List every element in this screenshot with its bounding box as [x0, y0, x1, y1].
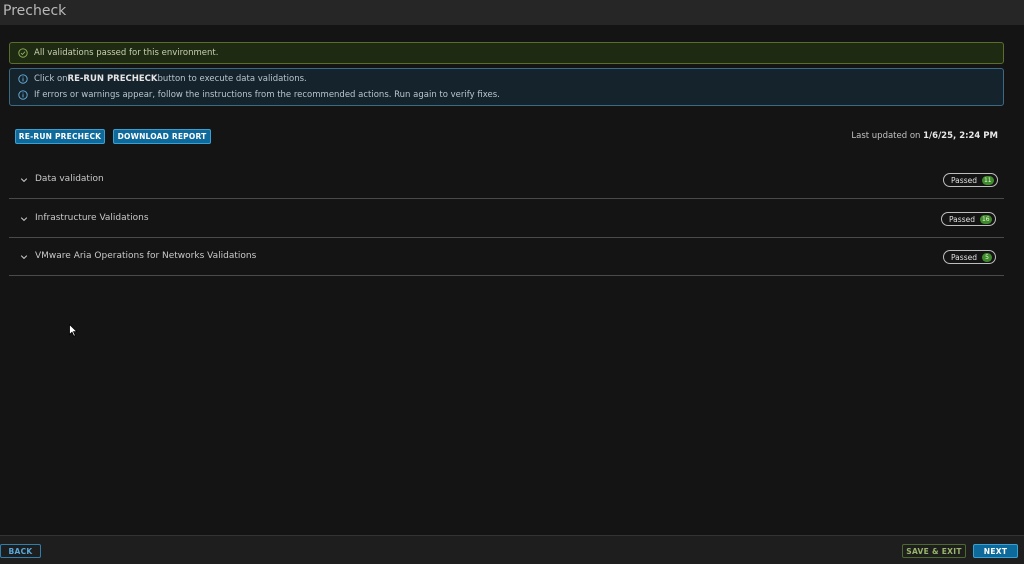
- info-text-suffix: button to execute data validations.: [157, 74, 307, 84]
- status-badge: Passed 11: [943, 173, 998, 187]
- download-report-button[interactable]: DOWNLOAD REPORT: [113, 129, 211, 144]
- status-count: 16: [979, 214, 992, 224]
- info-banner: Click on RE-RUN PRECHECK button to execu…: [9, 68, 1004, 106]
- status-badge: Passed 16: [941, 212, 996, 226]
- chevron-down-icon[interactable]: [20, 176, 28, 184]
- status-badge: Passed 5: [943, 250, 996, 264]
- section-title: Infrastructure Validations: [35, 213, 149, 223]
- footer-bar: BACK SAVE & EXIT NEXT: [0, 535, 1024, 564]
- info-circle-icon: [18, 90, 28, 100]
- status-label: Passed: [951, 252, 977, 262]
- last-updated: Last updated on 1/6/25, 2:24 PM: [851, 131, 998, 141]
- next-button[interactable]: NEXT: [973, 544, 1018, 558]
- info-text-emphasis: RE-RUN PRECHECK: [67, 74, 158, 84]
- success-message: All validations passed for this environm…: [34, 48, 219, 58]
- section-title: VMware Aria Operations for Networks Vali…: [35, 251, 257, 261]
- status-label: Passed: [951, 175, 977, 185]
- success-banner: All validations passed for this environm…: [9, 42, 1004, 64]
- info-banner-row-2: If errors or warnings appear, follow the…: [18, 90, 500, 100]
- chevron-down-icon[interactable]: [20, 253, 28, 261]
- info-circle-icon: [18, 74, 28, 84]
- last-updated-value: 1/6/25, 2:24 PM: [923, 131, 998, 141]
- mouse-pointer-icon: [69, 324, 78, 337]
- section-aria-networks-validations[interactable]: VMware Aria Operations for Networks Vali…: [9, 238, 1004, 276]
- rerun-precheck-button[interactable]: RE-RUN PRECHECK: [15, 129, 105, 144]
- chevron-down-icon[interactable]: [20, 215, 28, 223]
- section-data-validation[interactable]: Data validation Passed 11: [9, 161, 1004, 199]
- last-updated-prefix: Last updated on: [851, 131, 924, 141]
- page-title: Precheck: [3, 3, 67, 19]
- save-exit-button[interactable]: SAVE & EXIT: [902, 544, 966, 558]
- success-banner-row: All validations passed for this environm…: [18, 48, 218, 58]
- title-bar: Precheck: [0, 0, 1024, 25]
- section-title: Data validation: [35, 174, 104, 184]
- section-infrastructure-validations[interactable]: Infrastructure Validations Passed 16: [9, 200, 1004, 238]
- info-banner-row-1: Click on RE-RUN PRECHECK button to execu…: [18, 74, 307, 84]
- info-text-prefix: Click on: [34, 74, 68, 84]
- status-count: 5: [981, 252, 992, 262]
- check-circle-icon: [18, 48, 28, 58]
- back-button[interactable]: BACK: [0, 544, 41, 558]
- info-text-line-2: If errors or warnings appear, follow the…: [34, 90, 500, 100]
- status-count: 11: [981, 175, 994, 185]
- status-label: Passed: [949, 214, 975, 224]
